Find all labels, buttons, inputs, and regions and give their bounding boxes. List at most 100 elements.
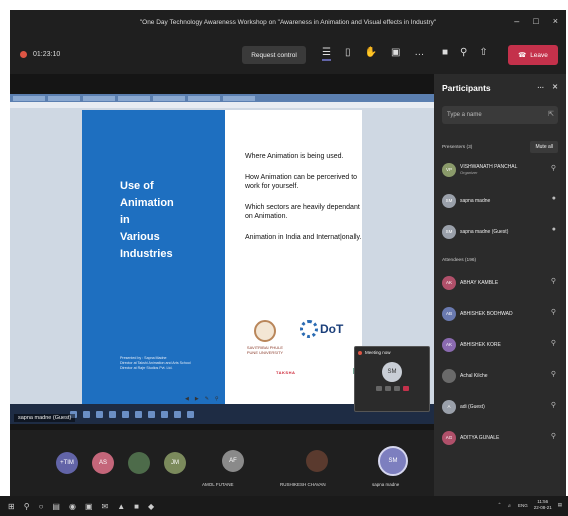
taksha-logo: TAKSHA	[276, 370, 296, 375]
windows-taskbar: ⊞ ⚲ ○ ▤ ◉ ▣ ✉ ▲ ■ ◆ ⌃ ♬ ENG 11:56 22-08-2…	[0, 496, 568, 516]
participant-row[interactable]: AB ABHISHEK BODHWAD ⚲	[434, 298, 566, 329]
participant-name: adi (Guest)	[460, 403, 485, 410]
participant-name: ABHISHEK BODHWAD	[460, 310, 513, 317]
notifications-icon[interactable]: ▤	[558, 502, 562, 508]
avatar[interactable]: AF	[222, 450, 244, 472]
mic-off-icon: ⚲	[550, 402, 556, 409]
university-seal-icon	[254, 320, 276, 342]
shared-window-menu	[10, 102, 434, 108]
window-controls: – □ ×	[514, 16, 558, 26]
participant-name: Achal Kilche	[460, 372, 488, 379]
avatar[interactable]: JM	[164, 452, 186, 474]
camera-icon[interactable]	[384, 386, 391, 391]
share-icon[interactable]: ⇧	[479, 47, 487, 58]
language-indicator[interactable]: ENG	[518, 503, 528, 508]
participant-name: ABHISHEK KORE	[460, 341, 501, 348]
dot-molecule-icon	[300, 320, 318, 338]
prev-slide-icon[interactable]: ◀	[185, 396, 189, 402]
participant-strip: +TIM AS JM AF AMOL FUTANE RUSHIKESH CHAV…	[10, 430, 434, 496]
avatar: VP	[442, 162, 456, 177]
app-icon[interactable]: ◆	[148, 502, 154, 511]
search-input[interactable]: Type a name ⇱	[442, 106, 558, 124]
more-options-icon[interactable]: …	[537, 83, 544, 91]
attendees-section[interactable]: Attendees (196)	[434, 247, 566, 267]
participant-role: Organizer	[460, 169, 478, 175]
minimize-button[interactable]: –	[514, 16, 519, 26]
participant-row[interactable]: AG ADITYA GUNALE ⚲	[434, 422, 566, 453]
device-icons: ■ ⚲ ⇧	[442, 47, 488, 58]
dot-logo-text: DoT	[320, 322, 344, 336]
share-invite-icon[interactable]: ⇱	[548, 110, 554, 118]
close-button[interactable]: ×	[553, 16, 558, 26]
share-icon[interactable]	[393, 386, 400, 391]
panel-controls: … ✕	[537, 83, 558, 91]
participant-row[interactable]: SM sapna madne (Guest) ●	[434, 216, 566, 247]
avatar[interactable]: AS	[92, 452, 114, 474]
participants-panel: Participants … ✕ Type a name ⇱ Presenter…	[434, 74, 566, 496]
camera-off-icon[interactable]: ■	[442, 47, 448, 58]
hangup-icon[interactable]	[402, 386, 409, 391]
dot-logo: DoT	[300, 320, 343, 338]
presenter-name-tag: sapna madne (Guest)	[14, 414, 76, 422]
store-icon[interactable]: ▣	[85, 502, 93, 511]
participant-row[interactable]: A adi (Guest) ⚲	[434, 391, 566, 422]
rooms-icon[interactable]: ▣	[391, 47, 400, 61]
tray-arrow-icon[interactable]: ⌃	[498, 502, 502, 508]
participant-row[interactable]: AK ABHISHEK KORE ⚲	[434, 329, 566, 360]
avatar: AG	[442, 430, 456, 445]
slide-title-line: Various	[120, 231, 160, 243]
mic-off-icon: ⚲	[550, 278, 556, 285]
pen-icon[interactable]: ✎	[205, 396, 209, 402]
close-panel-icon[interactable]: ✕	[552, 83, 558, 91]
slide-bullet: Which sectors are heavily dependant on A…	[245, 204, 360, 220]
participants-icon[interactable]: ☰	[322, 47, 331, 61]
explorer-icon[interactable]: ▤	[52, 502, 60, 511]
mic-off-icon: ⚲	[550, 433, 556, 440]
avatar[interactable]	[128, 452, 150, 474]
mic-off-icon[interactable]: ⚲	[460, 47, 467, 58]
presentation-slide: Use of Animation in Various Industries P…	[82, 110, 362, 406]
slide-bullets: Where Animation is being used. How Anima…	[245, 152, 363, 254]
active-speaker-avatar[interactable]: SM	[378, 446, 408, 476]
mic-icon[interactable]	[375, 386, 382, 391]
mic-icon: ●	[551, 226, 556, 233]
avatar: SM	[442, 224, 456, 239]
browser-icon[interactable]: ◉	[69, 502, 76, 511]
mail-icon[interactable]: ✉	[102, 502, 109, 511]
meeting-now-header: Meeting now	[355, 347, 429, 358]
slide-bullet: How Animation can be percerived to work …	[245, 174, 358, 190]
task-view-icon[interactable]: ○	[39, 502, 44, 511]
windows-start-icon[interactable]: ⊞	[8, 502, 15, 511]
volume-icon[interactable]: ♬	[507, 503, 512, 508]
avatar[interactable]	[306, 450, 328, 472]
search-icon[interactable]: ⚲	[24, 502, 30, 511]
teams-icon[interactable]: ■	[134, 502, 139, 511]
raise-hand-icon[interactable]: ✋	[364, 47, 376, 61]
mute-all-button[interactable]: Mute all	[530, 141, 558, 153]
zoom-icon[interactable]: ⚲	[215, 396, 219, 402]
mic-off-icon: ⚲	[550, 309, 556, 316]
meeting-now-controls	[355, 386, 429, 391]
participant-row[interactable]: VP VISHWANATH PANCHAL Organizer ⚲	[434, 154, 566, 185]
meeting-stage: Use of Animation in Various Industries P…	[10, 74, 434, 430]
presenters-section[interactable]: Presenters (3) Mute all	[434, 128, 566, 154]
meeting-now-title: Meeting now	[365, 350, 391, 355]
chat-icon[interactable]: ▯	[345, 47, 351, 61]
participant-row[interactable]: SM sapna madne ●	[434, 185, 566, 216]
app-icon[interactable]: ▲	[117, 502, 125, 511]
system-tray: ⌃ ♬ ENG 11:56 22-08-21 ▤	[498, 499, 562, 511]
clock[interactable]: 11:56 22-08-21	[534, 499, 552, 511]
overflow-avatar[interactable]: +TIM	[56, 452, 78, 474]
meeting-now-popup[interactable]: Meeting now SM	[354, 346, 430, 412]
leave-button[interactable]: ☎ Leave	[508, 45, 558, 65]
participant-name: AMOL FUTANE	[202, 482, 234, 487]
more-icon[interactable]: …	[414, 47, 424, 61]
leave-label: Leave	[530, 51, 548, 59]
next-slide-icon[interactable]: ▶	[195, 396, 199, 402]
request-control-button[interactable]: Request control	[242, 46, 306, 64]
avatar: AK	[442, 275, 456, 290]
maximize-button[interactable]: □	[533, 16, 538, 26]
participant-row[interactable]: Achal Kilche ⚲	[434, 360, 566, 391]
participant-row[interactable]: AK ABHAY KAMBLE ⚲	[434, 267, 566, 298]
avatar: AK	[442, 337, 456, 352]
